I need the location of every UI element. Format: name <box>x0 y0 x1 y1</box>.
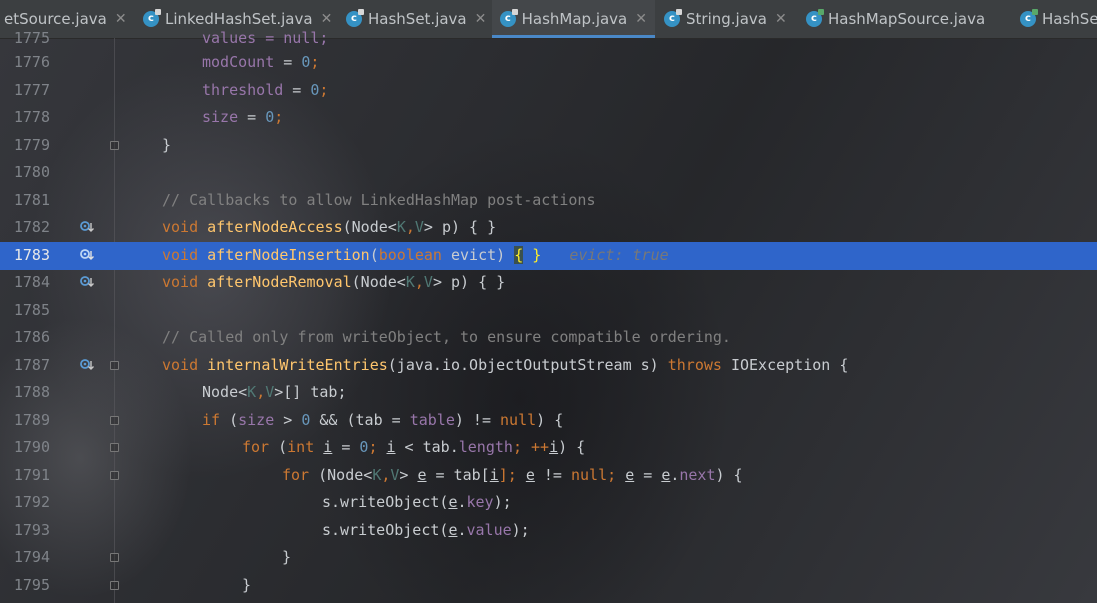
code-text: Node<K,V>[] tab; <box>202 383 347 401</box>
line-number: 1788 <box>13 383 50 401</box>
code-line[interactable]: 1778 size = 0; <box>0 104 1097 132</box>
fold-marker-icon[interactable] <box>110 141 119 150</box>
line-number: 1791 <box>13 466 50 484</box>
code-line[interactable]: 1786 // Called only from writeObject, to… <box>0 324 1097 352</box>
line-number: 1783 <box>13 246 50 264</box>
code-line[interactable]: 1777 threshold = 0; <box>0 77 1097 105</box>
code-line[interactable]: 1795 } <box>0 572 1097 600</box>
code-text: if (size > 0 && (tab = table) != null) { <box>202 411 564 429</box>
fold-marker-icon[interactable] <box>110 443 119 452</box>
line-number: 1790 <box>13 438 50 456</box>
code-line[interactable]: 1785 <box>0 297 1097 325</box>
line-number: 1784 <box>13 273 50 291</box>
code-line[interactable]: 1790 for (int i = 0; i < tab.length; ++i… <box>0 434 1097 462</box>
matched-brace: { <box>514 246 524 264</box>
line-number: 1787 <box>13 356 50 374</box>
fold-marker-icon[interactable] <box>110 581 119 590</box>
code-text: } <box>282 548 292 566</box>
line-number: 1780 <box>13 163 50 181</box>
code-line[interactable]: 1789 if (size > 0 && (tab = table) != nu… <box>0 407 1097 435</box>
code-text: threshold = 0; <box>202 81 329 99</box>
line-number: 1786 <box>13 328 50 346</box>
line-number: 1782 <box>13 218 50 236</box>
code-text: s.writeObject(e.value); <box>322 521 530 539</box>
code-text: for (Node<K,V> e = tab[i]; e != null; e … <box>282 466 743 484</box>
code-line[interactable]: 1784 void afterNodeRemoval(Node<K,V> p) … <box>0 269 1097 297</box>
code-line[interactable]: 1781 // Callbacks to allow LinkedHashMap… <box>0 187 1097 215</box>
code-text: void afterNodeRemoval(Node<K,V> p) { } <box>162 273 506 291</box>
code-line[interactable]: 1791 for (Node<K,V> e = tab[i]; e != nul… <box>0 462 1097 490</box>
code-comment: // Called only from writeObject, to ensu… <box>162 328 731 346</box>
code-line[interactable]: 1792 s.writeObject(e.key); <box>0 489 1097 517</box>
overrides-method-icon[interactable] <box>80 220 94 234</box>
line-number: 1795 <box>13 576 50 594</box>
line-number: 1777 <box>13 81 50 99</box>
code-text: } <box>242 576 252 594</box>
code-line[interactable]: 1787 void internalWriteEntries(java.io.O… <box>0 352 1097 380</box>
line-number: 1789 <box>13 411 50 429</box>
overrides-method-icon[interactable] <box>80 358 94 372</box>
code-text: for (int i = 0; i < tab.length; ++i) { <box>242 438 586 456</box>
line-number: 1776 <box>13 53 50 71</box>
line-number: 1794 <box>13 548 50 566</box>
code-line[interactable]: 1779 } <box>0 132 1097 160</box>
code-text: modCount = 0; <box>202 53 320 71</box>
debug-inline-value: evict: true <box>569 246 669 264</box>
code-line[interactable]: 1788 Node<K,V>[] tab; <box>0 379 1097 407</box>
code-comment: // Callbacks to allow LinkedHashMap post… <box>162 191 596 209</box>
fold-marker-icon[interactable] <box>110 471 119 480</box>
overrides-method-icon[interactable] <box>80 275 94 289</box>
code-text: size = 0; <box>202 108 284 126</box>
line-number: 1792 <box>13 493 50 511</box>
code-text: s.writeObject(e.key); <box>322 493 512 511</box>
code-text: } <box>162 136 172 154</box>
fold-marker-icon[interactable] <box>110 416 119 425</box>
code-line[interactable]: 1780 <box>0 159 1097 187</box>
code-line-current[interactable]: 1783 void afterNodeInsertion(boolean evi… <box>0 242 1097 270</box>
code-line[interactable]: 1782 void afterNodeAccess(Node<K,V> p) {… <box>0 214 1097 242</box>
fold-marker-icon[interactable] <box>110 553 119 562</box>
line-number: 1793 <box>13 521 50 539</box>
line-number: 1778 <box>13 108 50 126</box>
line-number: 1785 <box>13 301 50 319</box>
overrides-method-icon[interactable] <box>80 248 94 262</box>
fold-marker-icon[interactable] <box>110 361 119 370</box>
code-text: void afterNodeInsertion(boolean evict) {… <box>162 246 669 264</box>
code-line[interactable]: 1793 s.writeObject(e.value); <box>0 517 1097 545</box>
code-line[interactable]: 1776 modCount = 0; <box>0 49 1097 77</box>
line-number: 1781 <box>13 191 50 209</box>
code-line[interactable]: 1794 } <box>0 544 1097 572</box>
matched-brace: } <box>532 246 542 264</box>
line-number: 1779 <box>13 136 50 154</box>
code-text: void afterNodeAccess(Node<K,V> p) { } <box>162 218 497 236</box>
code-text: void internalWriteEntries(java.io.Object… <box>162 356 849 374</box>
